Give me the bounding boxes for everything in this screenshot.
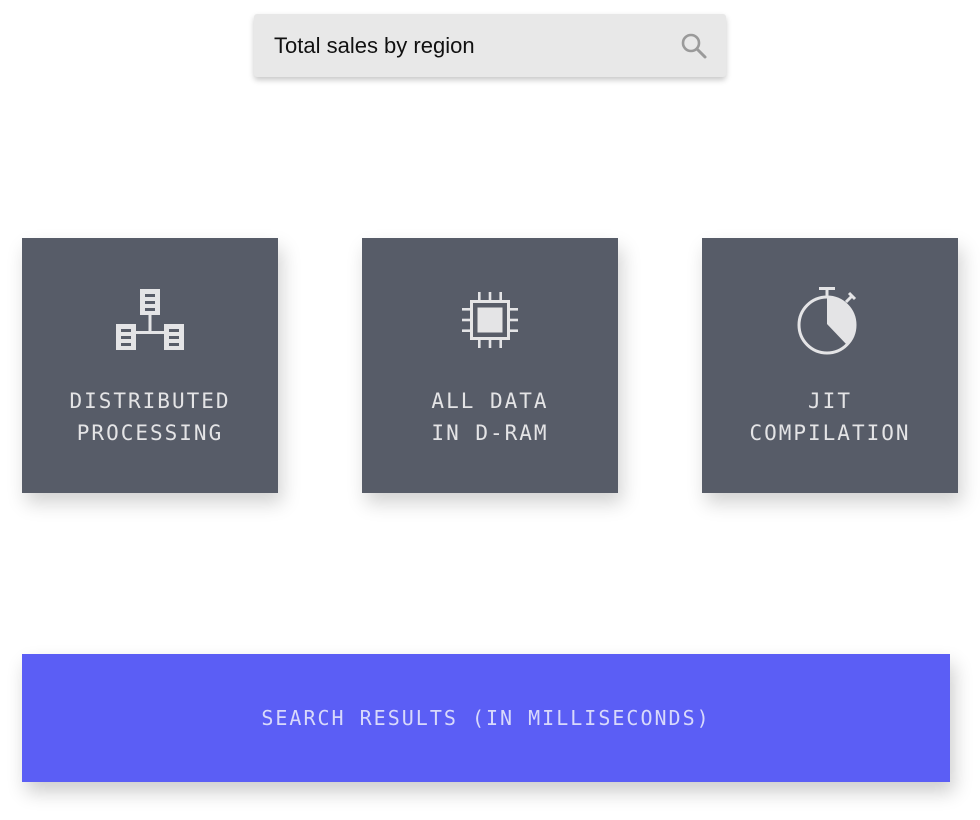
search-icon[interactable] bbox=[680, 32, 708, 60]
feature-label: JIT COMPILATION bbox=[702, 385, 958, 449]
feature-card-distributed-processing: DISTRIBUTED PROCESSING bbox=[22, 238, 278, 493]
feature-label-line: IN D-RAM bbox=[431, 421, 549, 445]
feature-card-jit-compilation: JIT COMPILATION bbox=[702, 238, 958, 493]
search-results-label: SEARCH RESULTS (IN MILLISECONDS) bbox=[261, 706, 711, 730]
feature-label-line: ALL DATA bbox=[431, 389, 549, 413]
feature-label: DISTRIBUTED PROCESSING bbox=[22, 385, 278, 449]
feature-label-line: COMPILATION bbox=[749, 421, 911, 445]
chip-icon bbox=[462, 292, 518, 348]
search-input[interactable]: Total sales by region bbox=[274, 14, 475, 77]
stopwatch-icon bbox=[797, 287, 857, 355]
distributed-servers-icon bbox=[116, 289, 184, 350]
feature-label: ALL DATA IN D-RAM bbox=[362, 385, 618, 449]
feature-label-line: PROCESSING bbox=[76, 421, 224, 445]
feature-card-all-data-in-dram: ALL DATA IN D-RAM bbox=[362, 238, 618, 493]
feature-label-line: DISTRIBUTED bbox=[69, 389, 231, 413]
search-box[interactable]: Total sales by region bbox=[254, 14, 726, 77]
search-results-bar[interactable]: SEARCH RESULTS (IN MILLISECONDS) bbox=[22, 654, 950, 782]
feature-label-line: JIT bbox=[808, 389, 852, 413]
